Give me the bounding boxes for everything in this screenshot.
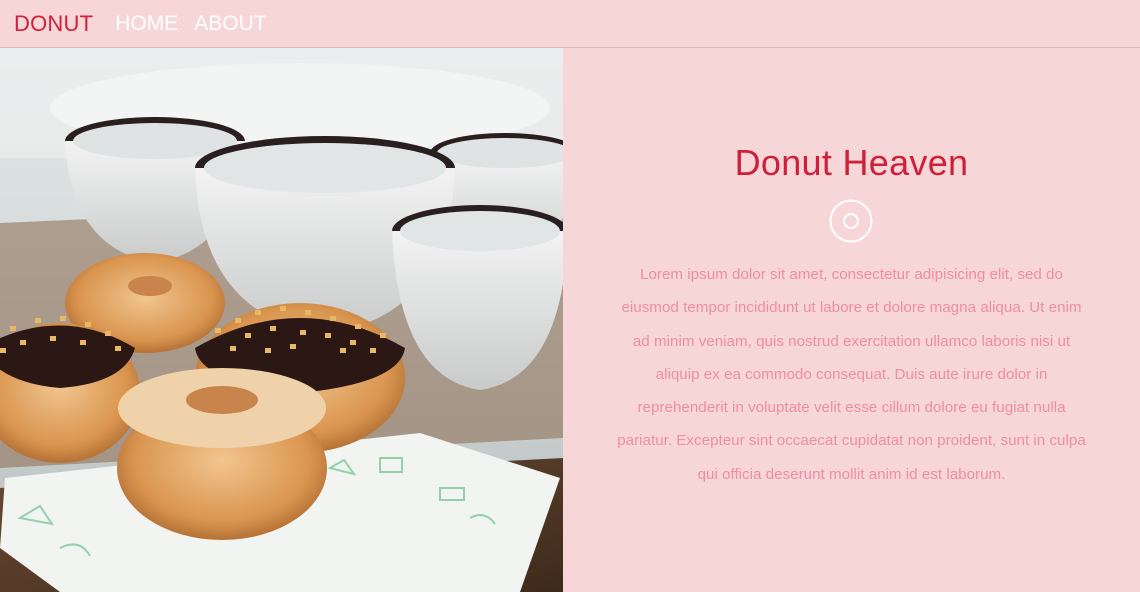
brand-logo-link[interactable]: DONUT — [14, 11, 93, 37]
page-title: Donut Heaven — [734, 142, 969, 183]
nav-links: HOME ABOUT — [115, 12, 282, 36]
circle-target-icon — [829, 199, 873, 243]
body-paragraph: Lorem ipsum dolor sit amet, consectetur … — [617, 266, 1086, 483]
nav-about-link[interactable]: ABOUT — [194, 12, 266, 36]
content-panel: Donut Heaven Lorem ipsum dolor sit amet,… — [563, 48, 1140, 592]
top-navbar: DONUT HOME ABOUT — [0, 0, 1140, 48]
nav-home-link[interactable]: HOME — [115, 12, 178, 36]
hero-image — [0, 48, 563, 592]
donuts-and-cups-photo — [0, 48, 563, 592]
